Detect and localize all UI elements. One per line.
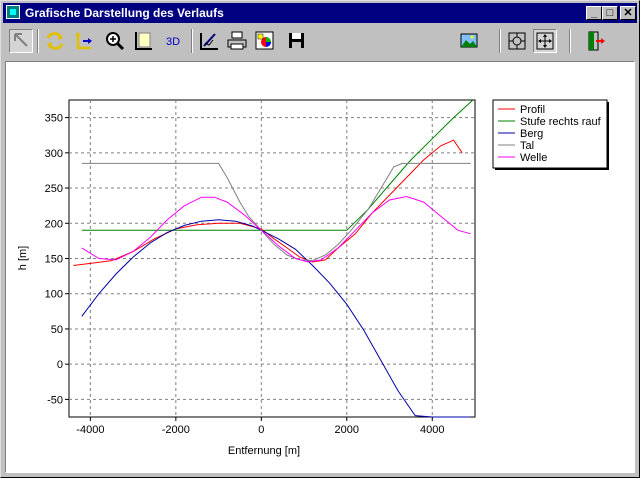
close-button[interactable]: ✕ xyxy=(620,6,636,20)
floppy-disk-icon xyxy=(289,33,304,48)
color-tool-button[interactable] xyxy=(253,29,277,53)
arrow-cursor-icon xyxy=(14,33,28,47)
title-bar[interactable]: Grafische Darstellung des Verlaufs _ □ ✕ xyxy=(3,3,637,23)
image-tool-button[interactable] xyxy=(457,29,481,53)
zoom-tool-button[interactable] xyxy=(103,29,127,53)
y-tick-label: 100 xyxy=(45,289,63,301)
3d-tool-button[interactable]: 3D xyxy=(163,29,187,53)
exit-door-icon xyxy=(588,31,605,51)
exit-tool-button[interactable] xyxy=(583,29,607,53)
toolbar-separator xyxy=(37,29,39,53)
toolbar-separator xyxy=(569,29,571,53)
axis-frame-icon xyxy=(135,32,152,50)
refresh-arrows-icon xyxy=(46,32,64,50)
printer-icon xyxy=(227,31,247,50)
y-axis-label: h [m] xyxy=(17,246,29,270)
x-tick-label: -2000 xyxy=(162,424,190,436)
x-tick-label: 2000 xyxy=(335,424,359,436)
x-axis-label: Entfernung [m] xyxy=(228,445,300,457)
x-tick-label: 4000 xyxy=(420,424,444,436)
x-tick-label: -4000 xyxy=(76,424,104,436)
3d-text-icon: 3D xyxy=(166,36,180,48)
toolbar-separator xyxy=(191,29,193,53)
magnifier-icon xyxy=(106,32,125,51)
y-tick-label: 150 xyxy=(45,254,63,266)
legend-entry: Welle xyxy=(520,152,547,164)
zoom-fit-tool-button[interactable] xyxy=(505,29,529,53)
window-title: Grafische Darstellung des Verlaufs xyxy=(25,6,224,20)
move-axis-tool-button[interactable] xyxy=(71,29,95,53)
y-tick-label: 250 xyxy=(45,183,63,195)
application-window: Grafische Darstellung des Verlaufs _ □ ✕… xyxy=(0,0,640,478)
print-tool-button[interactable] xyxy=(225,29,249,53)
expand-arrows-icon xyxy=(536,32,554,50)
legend-entry: Stufe rechts rauf xyxy=(520,116,602,128)
y-tick-label: 200 xyxy=(45,218,63,230)
color-palette-icon xyxy=(255,31,274,50)
chart-edit-icon xyxy=(200,33,218,50)
axis-move-icon xyxy=(75,32,92,50)
legend-entry: Berg xyxy=(520,128,543,140)
axis-tool-button[interactable] xyxy=(131,29,155,53)
toolbar: 3D xyxy=(3,25,637,57)
save-tool-button[interactable] xyxy=(285,29,309,53)
y-tick-label: 50 xyxy=(51,324,63,336)
app-icon[interactable] xyxy=(6,5,20,19)
y-tick-label: 300 xyxy=(45,148,63,160)
y-tick-label: -50 xyxy=(47,394,63,406)
select-tool-button[interactable] xyxy=(9,29,33,53)
legend-box xyxy=(492,99,608,169)
legend-entry: Tal xyxy=(520,140,534,152)
y-tick-label: 0 xyxy=(57,359,63,371)
zoom-all-tool-button[interactable] xyxy=(533,29,557,53)
maximize-button[interactable]: □ xyxy=(602,6,618,20)
refresh-tool-button[interactable] xyxy=(43,29,67,53)
edit-tool-button[interactable] xyxy=(197,29,221,53)
landscape-image-icon xyxy=(460,33,478,48)
toolbar-separator xyxy=(499,29,501,53)
zoom-fit-icon xyxy=(508,32,526,50)
x-tick-label: 0 xyxy=(258,424,264,436)
minimize-button[interactable]: _ xyxy=(586,6,602,20)
line-chart: -4000 -2000 0 2000 4000 -50 0 50 100 150 200 250 300… xyxy=(17,99,609,457)
y-tick-label: 350 xyxy=(45,113,63,125)
chart-area: -4000 -2000 0 2000 4000 -50 0 50 100 150 200 250 300… xyxy=(5,61,635,473)
legend-entry: Profil xyxy=(520,104,545,116)
chart-legend: ProfilStufe rechts raufBergTalWelle xyxy=(492,99,609,170)
3d-label: 3D xyxy=(166,36,180,48)
